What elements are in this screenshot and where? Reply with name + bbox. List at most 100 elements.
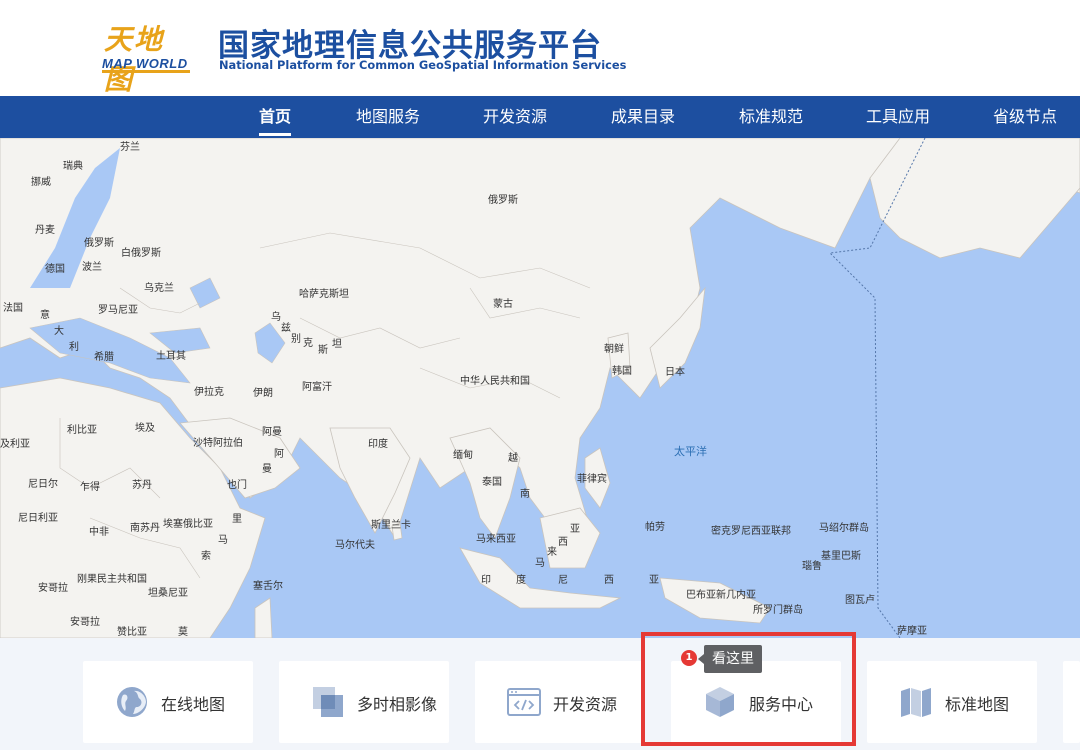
nav-item-tools[interactable]: 工具应用	[866, 96, 930, 138]
map-label: 马尔代夫	[335, 540, 375, 551]
service-card-label: 多时相影像	[357, 695, 438, 714]
map-label: 缅甸	[453, 450, 473, 461]
nav-item-provincial-nodes[interactable]: 省级节点	[993, 96, 1057, 138]
map-label: 亚	[570, 524, 580, 535]
map-label: 索	[201, 551, 211, 562]
nav-item-catalog[interactable]: 成果目录	[611, 96, 675, 138]
map-label: 伊朗	[253, 388, 273, 399]
map-label: 希腊	[94, 352, 114, 363]
map-label: 兹	[281, 323, 291, 334]
map-label: 度	[516, 575, 526, 586]
map-label: 及利亚	[0, 439, 30, 450]
map-label: 里	[232, 514, 242, 525]
map-label: 埃及	[135, 423, 155, 434]
logo-text-en: MAP WORLD	[102, 56, 188, 71]
service-card-label: 开发资源	[553, 695, 618, 714]
map-label: 瑞典	[63, 161, 83, 172]
world-map[interactable]: 芬兰 瑞典 挪威 俄罗斯 丹麦 俄罗斯 白俄罗斯 德国 波兰 乌克兰 法国 罗马…	[0, 138, 1080, 638]
map-label: 大	[54, 326, 64, 337]
map-label: 丹麦	[35, 225, 55, 236]
map-label: 所罗门群岛	[753, 605, 803, 616]
map-label: 韩国	[612, 366, 632, 377]
nav-item-map-services[interactable]: 地图服务	[356, 96, 420, 138]
map-label: 利比亚	[67, 425, 97, 436]
map-label: 基里巴斯	[821, 551, 861, 562]
map-label: 埃塞俄比亚	[163, 519, 213, 530]
map-label: 尼日利亚	[18, 513, 58, 524]
service-card-label: 在线地图	[161, 695, 226, 714]
map-label: 利	[69, 342, 79, 353]
map-label: 印	[481, 575, 491, 586]
map-label: 也门	[227, 480, 247, 491]
map-label: 斯	[318, 345, 328, 356]
map-label: 萨摩亚	[897, 626, 927, 637]
map-label: 中华人民共和国	[460, 376, 530, 387]
map-label: 沙特阿拉伯	[193, 438, 243, 449]
map-label: 马来西亚	[476, 534, 516, 545]
code-window-icon	[507, 688, 541, 716]
map-label: 俄罗斯	[84, 238, 114, 249]
map-label: 白俄罗斯	[121, 248, 161, 259]
nav-item-standards[interactable]: 标准规范	[739, 96, 803, 138]
map-label: 瑙鲁	[802, 561, 822, 572]
nav-item-dev-resources[interactable]: 开发资源	[483, 96, 547, 138]
map-label: 安哥拉	[70, 617, 100, 628]
service-card-standard-map[interactable]: 标准地图	[867, 661, 1037, 743]
map-label: 西	[558, 537, 568, 548]
map-label: 别	[291, 334, 301, 345]
map-label: 罗马尼亚	[98, 305, 138, 316]
service-card-online-map[interactable]: 在线地图	[83, 661, 253, 743]
map-label: 泰国	[482, 477, 502, 488]
map-label: 越	[508, 453, 518, 464]
map-label: 尼日尔	[28, 479, 58, 490]
map-label: 马	[218, 535, 228, 546]
service-card-dev-resources[interactable]: 开发资源	[475, 661, 645, 743]
map-label: 塞舌尔	[253, 581, 283, 592]
step-badge: 1	[681, 650, 697, 666]
service-cards-bar: 在线地图 多时相影像 开发资源 服务中心 标准地图	[0, 638, 1080, 750]
map-label: 马	[535, 558, 545, 569]
map-label: 波兰	[82, 262, 102, 273]
map-label: 阿富汗	[302, 382, 332, 393]
tianditu-logo[interactable]: 天地图 MAP WORLD	[100, 18, 192, 96]
map-label: 曼	[262, 464, 272, 475]
map-label: 阿曼	[262, 427, 282, 438]
map-label: 法国	[3, 303, 23, 314]
map-label: 德国	[45, 264, 65, 275]
site-subtitle: National Platform for Common GeoSpatial …	[219, 58, 627, 72]
globe-icon	[117, 687, 147, 717]
map-label: 帕劳	[645, 522, 665, 533]
map-label: 蒙古	[493, 299, 513, 310]
map-label: 乍得	[80, 482, 100, 493]
map-label: 赞比亚	[117, 627, 147, 638]
map-label: 密克罗尼西亚联邦	[711, 526, 791, 537]
map-label: 哈萨克斯坦	[299, 289, 349, 300]
tooltip-look-here: 看这里	[698, 645, 762, 673]
map-label: 阿	[274, 449, 284, 460]
map-label: 坦桑尼亚	[148, 588, 188, 599]
map-label: 朝鲜	[604, 344, 624, 355]
layers-icon	[313, 687, 343, 717]
map-label: 土耳其	[156, 351, 186, 362]
map-label: 乌克兰	[144, 283, 174, 294]
map-label: 中非	[89, 527, 109, 538]
map-label: 乌	[271, 312, 281, 323]
service-card-partial[interactable]	[1063, 661, 1080, 743]
map-label: 刚果民主共和国	[77, 574, 147, 585]
folded-map-icon	[901, 688, 931, 717]
service-card-multi-temporal-imagery[interactable]: 多时相影像	[279, 661, 449, 743]
map-label: 南	[520, 489, 530, 500]
map-label: 安哥拉	[38, 583, 68, 594]
map-label: 伊拉克	[194, 387, 224, 398]
nav-item-home[interactable]: 首页	[259, 96, 292, 138]
map-label: 图瓦卢	[845, 595, 875, 606]
map-label: 苏丹	[132, 480, 152, 491]
map-label: 意	[40, 310, 50, 321]
service-card-label: 标准地图	[945, 695, 1010, 714]
map-label: 俄罗斯	[488, 195, 518, 206]
map-label: 马绍尔群岛	[819, 523, 869, 534]
map-label: 尼	[558, 575, 568, 586]
map-label: 斯里兰卡	[371, 520, 411, 531]
site-header: 天地图 MAP WORLD 国家地理信息公共服务平台 National Plat…	[0, 0, 1080, 96]
map-label: 克	[303, 338, 313, 349]
